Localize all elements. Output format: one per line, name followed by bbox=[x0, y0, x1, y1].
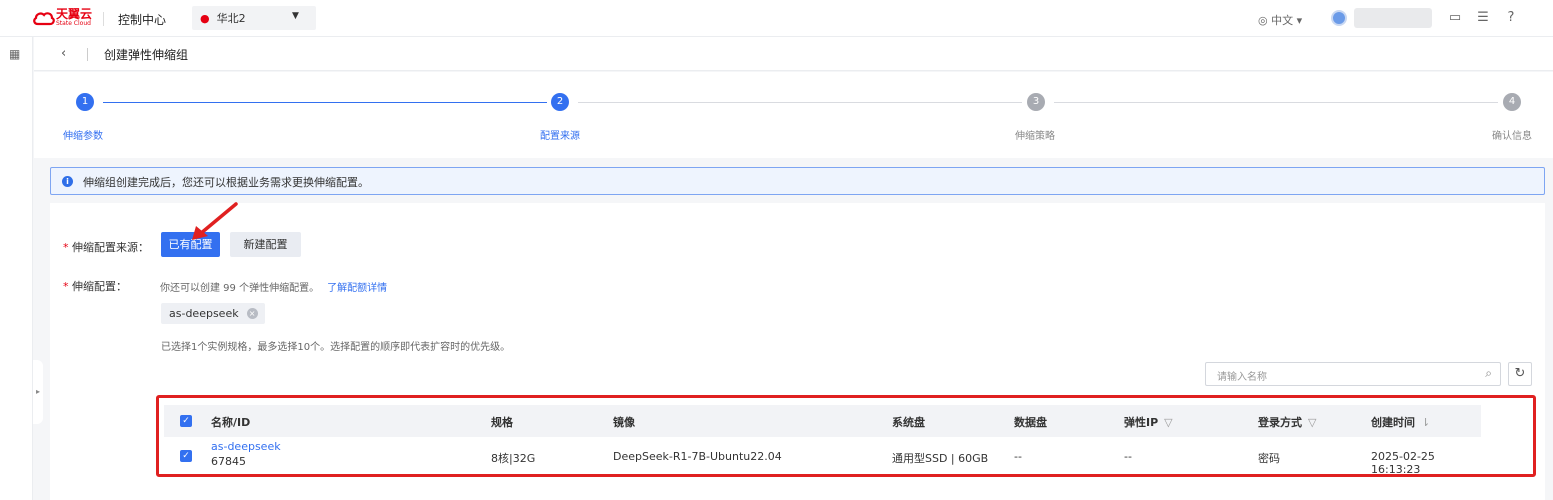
refresh-button[interactable]: ↻ bbox=[1508, 362, 1532, 386]
col-datadisk: 数据盘 bbox=[1014, 416, 1047, 429]
col-login-label: 登录方式 bbox=[1258, 416, 1302, 429]
col-created: 创建时间 ⇂ bbox=[1371, 414, 1430, 430]
caret-down-icon: ▼ bbox=[292, 11, 299, 21]
language-label: 中文 bbox=[1271, 14, 1294, 27]
quota-hint-text: 你还可以创建 99 个弹性伸缩配置。 bbox=[160, 283, 320, 294]
search-input[interactable]: 请输入名称 ⌕ bbox=[1205, 362, 1501, 386]
logo-subname: State Cloud bbox=[56, 20, 91, 27]
row-spec: 8核|32G bbox=[491, 452, 536, 465]
logo[interactable]: 天翼云 State Cloud bbox=[33, 7, 93, 27]
row-eip: -- bbox=[1124, 450, 1132, 463]
col-sysdisk: 系统盘 bbox=[892, 416, 925, 429]
message-icon[interactable]: ▭ bbox=[1447, 10, 1463, 26]
quota-hint: 你还可以创建 99 个弹性伸缩配置。 了解配额详情 bbox=[160, 279, 387, 294]
quota-details-link[interactable]: 了解配额详情 bbox=[327, 283, 387, 294]
col-spec: 规格 bbox=[491, 416, 513, 429]
col-login: 登录方式 ▽ bbox=[1258, 414, 1316, 430]
config-table: ✓ 名称/ID 规格 镜像 系统盘 数据盘 弹性IP ▽ 登录方式 ▽ 创建时间 ⇂ … bbox=[156, 395, 1536, 477]
row-created: 2025-02-25 16:13:23 bbox=[1371, 450, 1435, 476]
col-eip: 弹性IP ▽ bbox=[1124, 414, 1173, 430]
table-row[interactable]: ✓ as-deepseek 67845 8核|32G DeepSeek-R1-7… bbox=[164, 437, 1481, 476]
col-eip-label: 弹性IP bbox=[1124, 416, 1159, 429]
step-1-number: 1 bbox=[76, 93, 94, 111]
left-rail: ▦ bbox=[0, 37, 33, 500]
language-select[interactable]: ◎ 中文 ▾ bbox=[1258, 12, 1302, 28]
tag-label: as-deepseek bbox=[169, 307, 239, 320]
row-name: as-deepseek 67845 bbox=[211, 440, 281, 468]
page-header: ‹ 创建弹性伸缩组 bbox=[34, 37, 1553, 71]
row-datadisk: -- bbox=[1014, 450, 1022, 463]
chevron-left-icon[interactable]: ‹ bbox=[61, 46, 66, 61]
region-name: 华北2 bbox=[216, 12, 246, 25]
config-name-link[interactable]: as-deepseek bbox=[211, 440, 281, 453]
step-2-number: 2 bbox=[551, 93, 569, 111]
top-bar: 天翼云 State Cloud 控制中心 ● 华北2 ▼ ◎ 中文 ▾ ▭ ☰ … bbox=[0, 0, 1553, 37]
close-icon[interactable]: × bbox=[246, 308, 258, 319]
console-link[interactable]: 控制中心 bbox=[118, 11, 166, 28]
step-2-label: 配置来源 bbox=[540, 131, 580, 142]
config-id: 67845 bbox=[211, 455, 246, 468]
col-name: 名称/ID bbox=[211, 416, 251, 429]
row-checkbox[interactable]: ✓ bbox=[180, 450, 192, 462]
row-login: 密码 bbox=[1258, 452, 1280, 465]
filter-icon[interactable]: ▽ bbox=[1308, 416, 1316, 429]
info-text: 伸缩组创建完成后，您还可以根据业务需求更换伸缩配置。 bbox=[83, 176, 369, 189]
table-header: ✓ 名称/ID 规格 镜像 系统盘 数据盘 弹性IP ▽ 登录方式 ▽ 创建时间 ⇂ bbox=[164, 405, 1481, 437]
stepper: 1 2 3 4 伸缩参数 配置来源 伸缩策略 确认信息 bbox=[34, 72, 1553, 158]
refresh-icon: ↻ bbox=[1514, 366, 1526, 381]
settings-icon[interactable]: ☰ bbox=[1475, 10, 1491, 26]
info-banner: i 伸缩组创建完成后，您还可以根据业务需求更换伸缩配置。 bbox=[50, 167, 1545, 195]
step-connector bbox=[103, 102, 547, 103]
annotation-arrow-icon bbox=[192, 202, 238, 240]
config-label-text: 伸缩配置： bbox=[72, 280, 127, 293]
col-image: 镜像 bbox=[613, 416, 635, 429]
step-3-number: 3 bbox=[1027, 93, 1045, 111]
step-1-label: 伸缩参数 bbox=[63, 131, 103, 142]
config-card: * 伸缩配置来源： 已有配置 新建配置 * 伸缩配置： 你还可以创建 99 个弹… bbox=[50, 203, 1545, 500]
step-4-number: 4 bbox=[1503, 93, 1521, 111]
selection-note: 已选择1个实例规格，最多选择10个。选择配置的顺序即代表扩容时的优先级。 bbox=[161, 342, 511, 353]
step-connector bbox=[1054, 102, 1498, 103]
username-redacted[interactable] bbox=[1354, 8, 1432, 28]
divider bbox=[103, 12, 104, 26]
search-placeholder: 请输入名称 bbox=[1217, 372, 1267, 383]
region-select[interactable]: ● 华北2 ▼ bbox=[192, 6, 316, 30]
logo-name: 天翼云 bbox=[56, 7, 93, 21]
location-pin-icon: ● bbox=[200, 11, 210, 25]
step-connector bbox=[578, 102, 1022, 103]
row-image: DeepSeek-R1-7B-Ubuntu22.04 bbox=[613, 450, 782, 463]
cloud-logo-icon bbox=[33, 11, 55, 26]
divider bbox=[87, 48, 88, 61]
source-label-text: 伸缩配置来源： bbox=[72, 241, 149, 254]
grid-menu-icon[interactable]: ▦ bbox=[9, 47, 20, 61]
help-icon[interactable]: ? bbox=[1503, 10, 1519, 26]
step-4-label: 确认信息 bbox=[1492, 131, 1532, 142]
expand-sidebar-handle[interactable]: ▸ bbox=[33, 360, 43, 424]
sort-icon[interactable]: ⇂ bbox=[1421, 416, 1430, 429]
filter-icon[interactable]: ▽ bbox=[1164, 416, 1172, 429]
selected-config-tag: as-deepseek × bbox=[161, 303, 265, 324]
select-all-checkbox[interactable]: ✓ bbox=[180, 415, 192, 427]
row-sysdisk: 通用型SSD | 60GB bbox=[892, 452, 989, 465]
search-icon[interactable]: ⌕ bbox=[1485, 366, 1492, 381]
step-3-label: 伸缩策略 bbox=[1015, 131, 1055, 142]
source-label: * 伸缩配置来源： bbox=[63, 241, 149, 254]
config-label: * 伸缩配置： bbox=[63, 280, 127, 293]
avatar[interactable] bbox=[1331, 10, 1347, 26]
page-title: 创建弹性伸缩组 bbox=[104, 48, 189, 62]
col-created-label: 创建时间 bbox=[1371, 416, 1415, 429]
info-icon: i bbox=[62, 176, 73, 187]
